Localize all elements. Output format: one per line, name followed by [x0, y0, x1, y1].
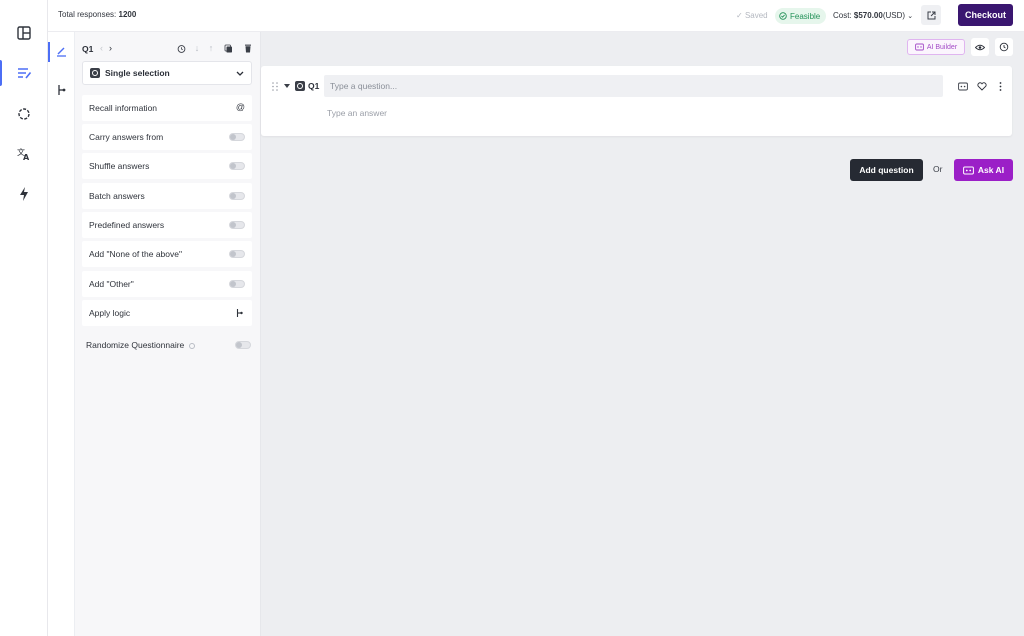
- survey-canvas: AI Builder Q1 Add question Or Ask AI: [261, 32, 1024, 636]
- option-apply-logic[interactable]: Apply logic: [82, 300, 252, 326]
- question-type-select[interactable]: Single selection: [82, 61, 252, 85]
- option-shuffle-answers: Shuffle answers: [82, 153, 252, 179]
- chevron-down-icon: [236, 71, 244, 76]
- check-circle-icon: [779, 12, 787, 20]
- at-icon[interactable]: @: [236, 102, 245, 112]
- top-bar: Total responses: 1200 ✓ Saved Feasible C…: [48, 0, 1024, 32]
- lightning-icon[interactable]: [12, 182, 36, 206]
- feasible-badge: Feasible: [775, 8, 827, 24]
- duplicate-icon[interactable]: [223, 43, 233, 53]
- trash-icon[interactable]: [243, 43, 253, 53]
- predefined-answers-toggle[interactable]: [229, 221, 245, 229]
- ask-ai-label: Ask AI: [977, 165, 1005, 175]
- question-id: Q1: [82, 44, 94, 54]
- option-add-other: Add "Other": [82, 271, 252, 297]
- batch-answers-toggle[interactable]: [229, 192, 245, 200]
- survey-editor-icon[interactable]: [12, 61, 36, 85]
- question-settings-panel: Q1 ‹ › ↓ ↑ Single selection Recall infor…: [75, 32, 261, 636]
- saved-status: ✓ Saved: [736, 11, 768, 20]
- option-recall-information[interactable]: Recall information @: [82, 95, 252, 121]
- option-label: Predefined answers: [89, 220, 165, 230]
- option-batch-answers: Batch answers: [82, 183, 252, 209]
- add-other-toggle[interactable]: [229, 280, 245, 288]
- arrow-down-icon[interactable]: ↓: [192, 43, 202, 53]
- logic-icon[interactable]: [57, 84, 66, 98]
- question-card: Q1: [261, 66, 1012, 136]
- chevron-down-icon: ⌄: [907, 13, 914, 20]
- randomize-toggle[interactable]: [235, 341, 251, 349]
- shuffle-answers-toggle[interactable]: [229, 162, 245, 170]
- info-icon[interactable]: [188, 342, 195, 349]
- open-external-button[interactable]: [921, 5, 941, 25]
- target-icon[interactable]: [12, 102, 36, 126]
- preview-button[interactable]: [971, 38, 989, 56]
- checkout-button[interactable]: Checkout: [958, 4, 1013, 26]
- option-carry-answers: Carry answers from: [82, 124, 252, 150]
- cost-dropdown[interactable]: Cost: $570.00(USD) ⌄: [833, 11, 913, 20]
- option-label: Batch answers: [89, 191, 145, 201]
- translate-icon[interactable]: 文A: [12, 142, 36, 166]
- option-none-of-above: Add "None of the above": [82, 241, 252, 267]
- randomize-questionnaire: Randomize Questionnaire: [86, 340, 195, 350]
- randomize-label: Randomize Questionnaire: [86, 340, 185, 350]
- card-question-id: Q1: [308, 81, 320, 91]
- collapse-icon[interactable]: [284, 84, 290, 88]
- history-button[interactable]: [995, 38, 1013, 56]
- tab-active-indicator: [48, 42, 50, 62]
- ai-builder-label: AI Builder: [926, 43, 958, 51]
- carry-answers-toggle[interactable]: [229, 133, 245, 141]
- total-responses: Total responses: 1200: [58, 10, 136, 19]
- option-label: Add "None of the above": [89, 249, 182, 259]
- total-responses-label: Total responses:: [58, 10, 117, 19]
- feasible-label: Feasible: [790, 11, 821, 21]
- add-question-button[interactable]: Add question: [850, 159, 923, 181]
- chevron-left-icon[interactable]: ‹: [100, 43, 103, 53]
- single-selection-icon: [295, 81, 305, 91]
- cost-value: $570.00: [853, 11, 883, 20]
- option-predefined-answers: Predefined answers: [82, 212, 252, 238]
- option-label: Shuffle answers: [89, 161, 150, 171]
- option-label: Recall information: [89, 103, 158, 113]
- cost-currency: (USD): [882, 11, 906, 20]
- option-label: Carry answers from: [89, 132, 164, 142]
- drag-handle-icon[interactable]: [272, 82, 278, 91]
- timer-icon[interactable]: [176, 43, 186, 53]
- ask-ai-button[interactable]: Ask AI: [954, 159, 1013, 181]
- eye-icon: [975, 44, 985, 50]
- chevron-right-icon[interactable]: ›: [109, 43, 112, 53]
- or-label: Or: [933, 164, 943, 174]
- ai-icon[interactable]: [958, 82, 968, 91]
- check-icon: ✓: [736, 11, 743, 20]
- saved-label: Saved: [744, 11, 768, 20]
- left-rail: 文A: [0, 0, 48, 636]
- ai-builder-button[interactable]: AI Builder: [907, 39, 965, 55]
- ai-icon: [914, 43, 924, 51]
- more-vertical-icon[interactable]: [999, 82, 1002, 91]
- option-label: Apply logic: [89, 308, 131, 318]
- single-selection-icon: [90, 68, 100, 78]
- svg-text:A: A: [23, 153, 30, 161]
- heart-icon[interactable]: [977, 82, 987, 91]
- external-link-icon: [927, 11, 935, 19]
- edit-icon[interactable]: [56, 46, 67, 59]
- none-of-above-toggle[interactable]: [229, 250, 245, 258]
- option-label: Add "Other": [89, 279, 134, 289]
- total-responses-value: 1200: [118, 10, 137, 19]
- ai-icon: [963, 166, 974, 174]
- question-type-label: Single selection: [105, 68, 170, 78]
- logic-icon: [236, 309, 243, 317]
- arrow-up-icon[interactable]: ↑: [206, 43, 216, 53]
- settings-tab-column: [48, 32, 75, 636]
- answer-input[interactable]: [321, 106, 621, 120]
- cost-label: Cost:: [833, 11, 852, 20]
- layout-icon[interactable]: [12, 21, 36, 45]
- question-input[interactable]: [324, 75, 943, 97]
- history-icon: [999, 42, 1009, 52]
- rail-active-indicator: [0, 60, 2, 86]
